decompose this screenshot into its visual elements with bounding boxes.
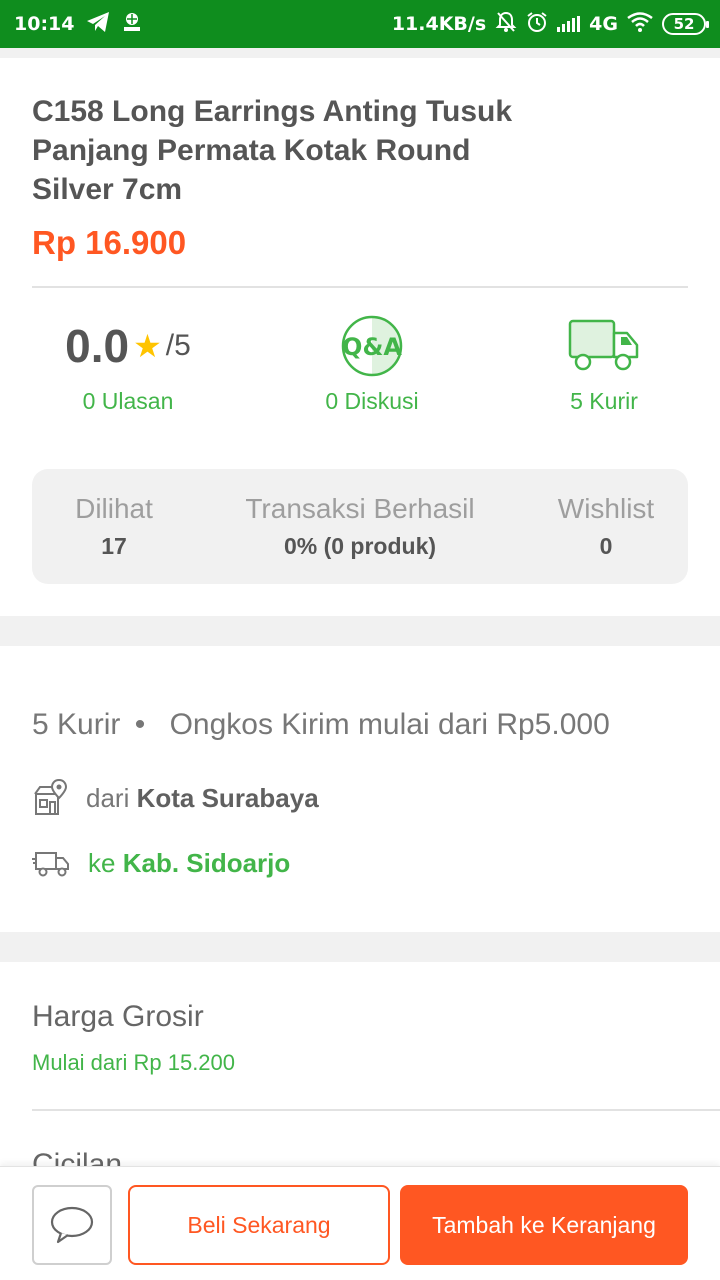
delivery-truck-icon bbox=[32, 851, 69, 876]
transactions-label: Transaksi Berhasil bbox=[245, 493, 475, 524]
seen-label: Dilihat bbox=[75, 493, 153, 524]
shipping-summary: 5 Kurir • Ongkos Kirim mulai dari Rp5.00… bbox=[32, 708, 610, 742]
transactions-value: 0% (0 produk) bbox=[283, 533, 437, 559]
wishlist-stat: Wishlist 0 bbox=[532, 493, 680, 560]
shipping-cost-text: Ongkos Kirim mulai dari Rp5.000 bbox=[169, 708, 610, 741]
rating-max: /5 bbox=[165, 329, 191, 362]
reviews-link[interactable]: 0 Ulasan bbox=[28, 388, 228, 415]
to-prefix: ke bbox=[88, 848, 116, 878]
wholesale-title: Harga Grosir bbox=[32, 1000, 204, 1033]
star-icon: ★ bbox=[133, 328, 162, 364]
app-icon bbox=[122, 11, 142, 38]
origin-city: Kota Surabaya bbox=[136, 782, 319, 813]
wishlist-label: Wishlist bbox=[557, 493, 655, 524]
courier-count: 5 Kurir bbox=[32, 708, 121, 741]
discussion-link[interactable]: 0 Diskusi bbox=[272, 388, 472, 415]
chat-icon bbox=[50, 1206, 94, 1244]
divider bbox=[32, 1109, 720, 1111]
status-bar-right: 11.4KB/s 4G 52 bbox=[391, 11, 709, 38]
courier-link[interactable]: 5 Kurir bbox=[504, 388, 704, 415]
product-title: C158 Long Earrings Anting Tusuk Panjang … bbox=[32, 95, 513, 206]
network-type: 4G bbox=[589, 13, 618, 35]
ship-origin-row: dari Kota Surabaya bbox=[32, 778, 319, 818]
destination-city[interactable]: Kab. Sidoarjo bbox=[123, 848, 291, 878]
courier-stat[interactable]: 5 Kurir bbox=[504, 308, 704, 415]
bullet-separator: • bbox=[134, 708, 146, 741]
product-info-box: Dilihat 17 Transaksi Berhasil 0% (0 prod… bbox=[32, 469, 688, 584]
product-price: Rp 16.900 bbox=[32, 224, 187, 261]
from-prefix: dari bbox=[86, 782, 130, 813]
bottom-action-bar: Beli Sekarang Tambah ke Keranjang bbox=[0, 1166, 720, 1280]
signal-icon bbox=[557, 16, 581, 32]
battery-level: 52 bbox=[673, 15, 695, 33]
buy-now-button[interactable]: Beli Sekarang bbox=[128, 1185, 390, 1265]
rating-value: 0.0 bbox=[65, 320, 130, 372]
add-to-cart-button[interactable]: Tambah ke Keranjang bbox=[400, 1185, 688, 1265]
telegram-icon bbox=[86, 11, 110, 38]
truck-icon bbox=[568, 319, 639, 371]
divider bbox=[32, 286, 688, 288]
ship-destination-row[interactable]: ke Kab. Sidoarjo bbox=[32, 848, 290, 879]
network-speed: 11.4KB/s bbox=[391, 13, 487, 35]
status-bar: 10:14 11.4KB/s 4G 52 bbox=[0, 0, 720, 48]
status-bar-left: 10:14 bbox=[14, 11, 142, 38]
alarm-icon bbox=[526, 11, 548, 38]
mute-icon bbox=[495, 11, 517, 38]
store-location-icon bbox=[34, 778, 68, 815]
battery-icon: 52 bbox=[662, 13, 709, 35]
wishlist-value: 0 bbox=[599, 533, 613, 559]
qa-badge-text: Q&A bbox=[342, 333, 402, 361]
rating-stat[interactable]: 0.0 ★ /5 0 Ulasan bbox=[28, 308, 228, 415]
status-time: 10:14 bbox=[14, 13, 75, 35]
discussion-stat[interactable]: Q&A 0 Diskusi bbox=[272, 308, 472, 415]
shipping-card[interactable]: 5 Kurir • Ongkos Kirim mulai dari Rp5.00… bbox=[0, 646, 720, 932]
transactions-stat: Transaksi Berhasil 0% (0 produk) bbox=[210, 493, 510, 560]
qa-icon: Q&A bbox=[341, 315, 402, 377]
chat-button[interactable] bbox=[32, 1185, 112, 1265]
seen-value: 17 bbox=[101, 533, 127, 559]
seen-stat: Dilihat 17 bbox=[32, 493, 196, 560]
product-summary-card: C158 Long Earrings Anting Tusuk Panjang … bbox=[0, 58, 720, 616]
wifi-icon bbox=[627, 11, 653, 37]
wholesale-subtitle: Mulai dari Rp 15.200 bbox=[32, 1050, 236, 1075]
